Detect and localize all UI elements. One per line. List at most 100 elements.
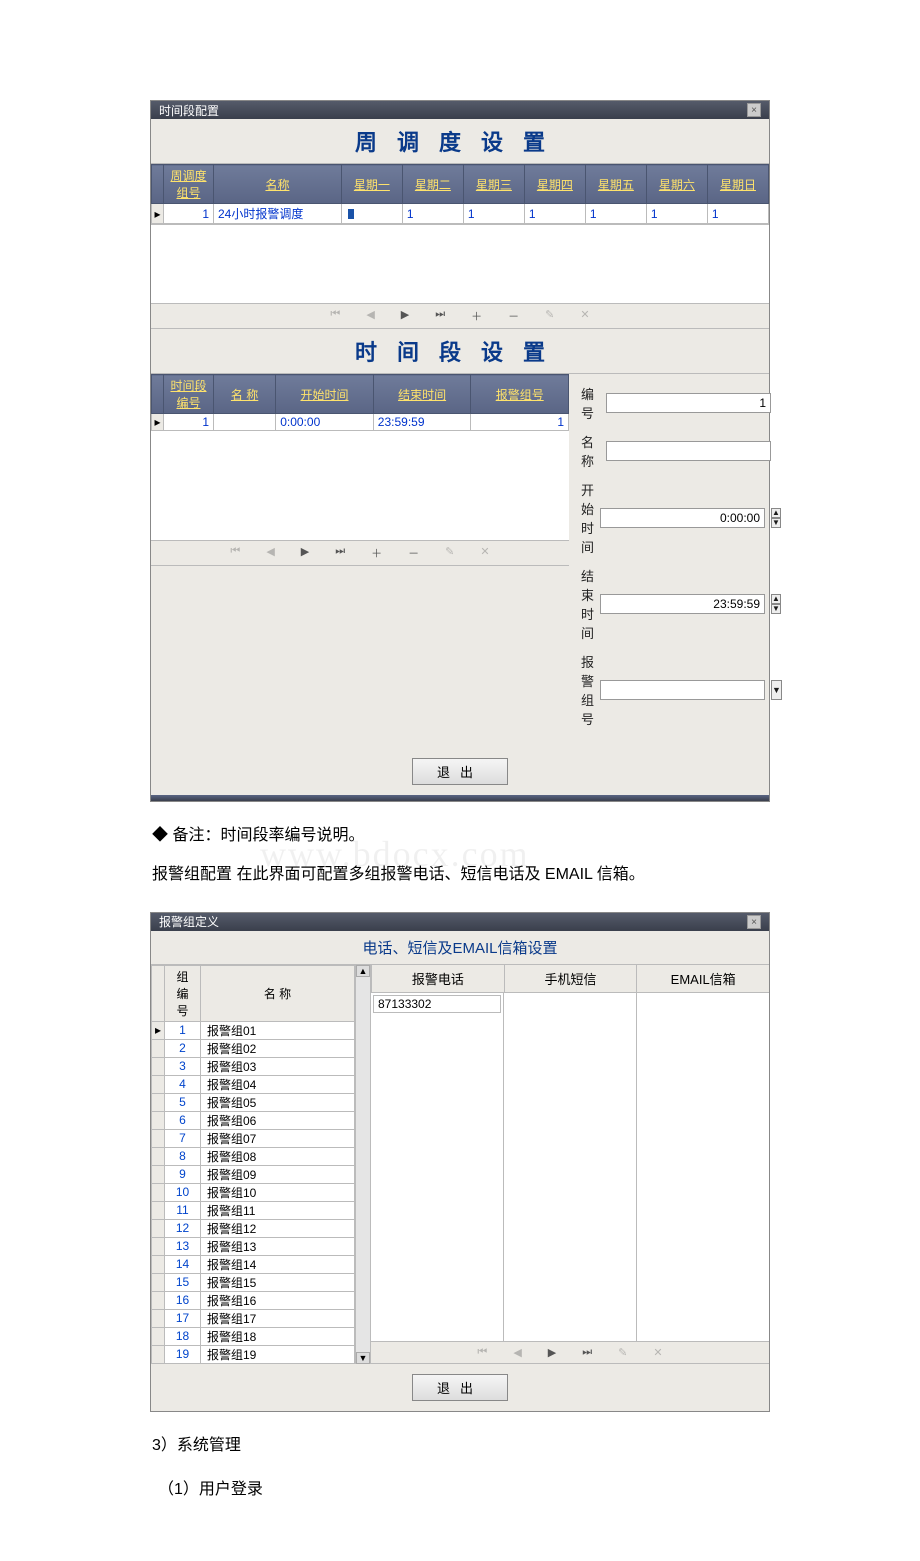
nav-cancel-icon[interactable]: ✕ — [480, 545, 489, 561]
chevron-down-icon[interactable]: ▼ — [771, 680, 782, 700]
nav-first-icon[interactable]: ⏮ — [230, 545, 240, 561]
phone-cell[interactable]: 87133302 — [373, 995, 501, 1013]
group-name-cell: 报警组02 — [201, 1039, 355, 1057]
group-id-cell: 1 — [165, 1021, 201, 1039]
week-header: 星期六 — [646, 165, 707, 204]
close-icon[interactable]: × — [747, 103, 761, 117]
week-row-id[interactable]: 1 — [164, 204, 214, 224]
list-item[interactable]: 18 报警组18 — [152, 1327, 355, 1345]
footer-text-1: 3）系统管理 — [152, 1432, 768, 1461]
close-icon[interactable]: × — [747, 915, 761, 929]
list-item[interactable]: 15 报警组15 — [152, 1273, 355, 1291]
week-header: 星期四 — [524, 165, 585, 204]
list-item[interactable]: 3 报警组03 — [152, 1057, 355, 1075]
row-indicator-icon: ▸ — [152, 1021, 165, 1039]
spin-up-icon[interactable]: ▲ — [771, 508, 781, 518]
week-day-cell[interactable]: 1 — [524, 204, 585, 224]
form-name-input[interactable] — [606, 441, 771, 461]
nav-prev-icon[interactable]: ◀ — [513, 1346, 521, 1359]
nav-next-icon[interactable]: ▶ — [401, 308, 409, 324]
week-row-name[interactable]: 24小时报警调度 — [214, 204, 342, 224]
list-item[interactable]: 5 报警组05 — [152, 1093, 355, 1111]
start-spinner[interactable]: ▲▼ — [771, 508, 781, 528]
week-day-cell[interactable] — [341, 204, 402, 224]
list-scrollbar[interactable]: ▲ ▼ — [355, 965, 370, 1364]
row-indicator-icon — [152, 1165, 165, 1183]
contact-columns-header: 报警电话 手机短信 EMAIL信箱 — [371, 965, 769, 993]
nav-last-icon[interactable]: ⏭ — [435, 308, 445, 324]
nav-add-icon[interactable]: ＋ — [471, 308, 482, 324]
list-item[interactable]: 10 报警组10 — [152, 1183, 355, 1201]
end-spinner[interactable]: ▲▼ — [771, 594, 781, 614]
form-start-input[interactable] — [600, 508, 765, 528]
alarm-group-dialog: 报警组定义 × 电话、短信及EMAIL信箱设置 组编号 名 称 ▸ 1 报警组0… — [150, 912, 770, 1412]
list-item[interactable]: 4 报警组04 — [152, 1075, 355, 1093]
form-id-input[interactable] — [606, 393, 771, 413]
nav-del-icon[interactable]: － — [508, 308, 519, 324]
week-day-cell[interactable]: 1 — [585, 204, 646, 224]
list-item[interactable]: 11 报警组11 — [152, 1201, 355, 1219]
list-item[interactable]: 2 报警组02 — [152, 1039, 355, 1057]
spin-down-icon[interactable]: ▼ — [771, 604, 781, 614]
list-item[interactable]: 6 报警组06 — [152, 1111, 355, 1129]
spin-down-icon[interactable]: ▼ — [771, 518, 781, 528]
nav-first-icon[interactable]: ⏮ — [477, 1346, 487, 1359]
form-group-input[interactable] — [600, 680, 765, 700]
week-day-cell[interactable]: 1 — [402, 204, 463, 224]
group-id-cell: 19 — [165, 1345, 201, 1363]
ts-row-id[interactable]: 1 — [164, 414, 214, 431]
spin-up-icon[interactable]: ▲ — [771, 594, 781, 604]
form-end-input[interactable] — [600, 594, 765, 614]
list-item[interactable]: 14 报警组14 — [152, 1255, 355, 1273]
ts-row-group[interactable]: 1 — [471, 414, 569, 431]
list-item[interactable]: ▸ 1 报警组01 — [152, 1021, 355, 1039]
nav-first-icon[interactable]: ⏮ — [330, 308, 340, 324]
week-day-cell[interactable]: 1 — [646, 204, 707, 224]
list-item[interactable]: 12 报警组12 — [152, 1219, 355, 1237]
nav-last-icon[interactable]: ⏭ — [582, 1346, 592, 1359]
list-item[interactable]: 9 报警组09 — [152, 1165, 355, 1183]
nav-last-icon[interactable]: ⏭ — [335, 545, 345, 561]
scroll-up-icon[interactable]: ▲ — [356, 965, 370, 977]
ts-header: 报警组号 — [471, 375, 569, 414]
row-indicator-icon — [152, 1255, 165, 1273]
group-id-cell: 13 — [165, 1237, 201, 1255]
ts-navbar: ⏮ ◀ ▶ ⏭ ＋ － ✎ ✕ — [151, 541, 569, 566]
group-name-cell: 报警组08 — [201, 1147, 355, 1165]
week-day-cell[interactable]: 1 — [463, 204, 524, 224]
ts-row-name[interactable] — [214, 414, 276, 431]
nav-edit-icon[interactable]: ✎ — [618, 1346, 627, 1359]
scroll-down-icon[interactable]: ▼ — [356, 1352, 370, 1364]
nav-del-icon[interactable]: － — [408, 545, 419, 561]
group-name-cell: 报警组11 — [201, 1201, 355, 1219]
nav-prev-icon[interactable]: ◀ — [366, 308, 374, 324]
list-header-id: 组编号 — [165, 965, 201, 1021]
list-item[interactable]: 8 报警组08 — [152, 1147, 355, 1165]
group-name-cell: 报警组04 — [201, 1075, 355, 1093]
week-header: 星期五 — [585, 165, 646, 204]
group-id-cell: 8 — [165, 1147, 201, 1165]
ts-row-end[interactable]: 23:59:59 — [373, 414, 471, 431]
nav-edit-icon[interactable]: ✎ — [445, 545, 454, 561]
list-item[interactable]: 17 报警组17 — [152, 1309, 355, 1327]
exit-button[interactable]: 退出 — [412, 758, 508, 785]
week-day-cell[interactable]: 1 — [707, 204, 768, 224]
row-indicator-icon — [152, 1309, 165, 1327]
nav-next-icon[interactable]: ▶ — [548, 1346, 556, 1359]
nav-cancel-icon[interactable]: ✕ — [580, 308, 589, 324]
nav-cancel-icon[interactable]: ✕ — [653, 1346, 662, 1359]
list-corner — [152, 965, 165, 1021]
list-item[interactable]: 13 报警组13 — [152, 1237, 355, 1255]
col-sms-header: 手机短信 — [504, 965, 637, 992]
nav-next-icon[interactable]: ▶ — [301, 545, 309, 561]
dialog2-title: 报警组定义 — [159, 913, 219, 930]
nav-edit-icon[interactable]: ✎ — [545, 308, 554, 324]
nav-add-icon[interactable]: ＋ — [371, 545, 382, 561]
list-item[interactable]: 16 报警组16 — [152, 1291, 355, 1309]
ts-row-start[interactable]: 0:00:00 — [276, 414, 374, 431]
row-indicator-icon — [152, 1147, 165, 1165]
nav-prev-icon[interactable]: ◀ — [266, 545, 274, 561]
exit-button[interactable]: 退出 — [412, 1374, 508, 1401]
list-item[interactable]: 19 报警组19 — [152, 1345, 355, 1363]
list-item[interactable]: 7 报警组07 — [152, 1129, 355, 1147]
